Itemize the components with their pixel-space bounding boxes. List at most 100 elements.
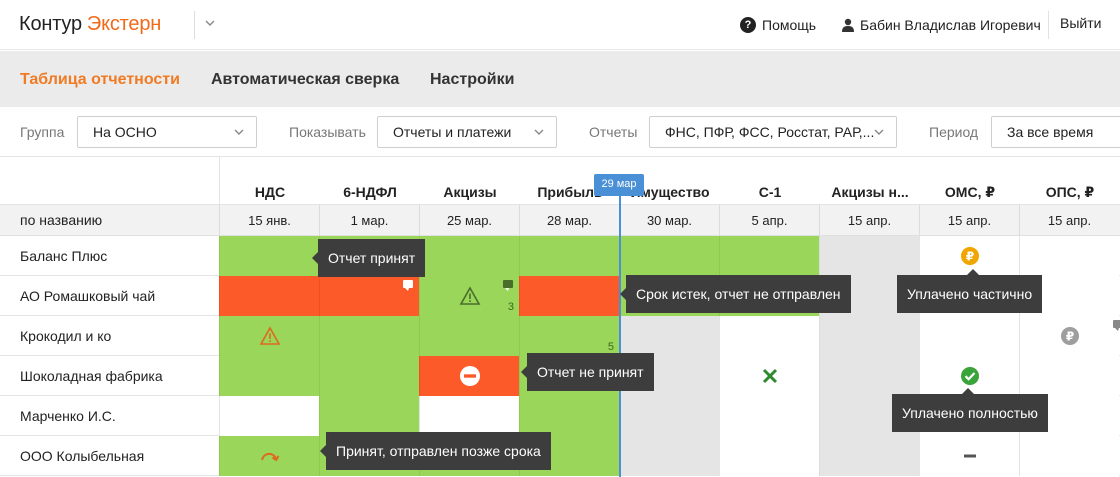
logout-link[interactable]: Выйти [1060,15,1101,31]
org-name[interactable]: Марченко И.С. [20,408,116,424]
deadline-6ndfl: 1 мар. [319,205,419,236]
status-cell[interactable] [719,436,819,476]
status-cell[interactable] [319,316,419,356]
status-cell[interactable] [819,436,919,476]
chevron-down-icon [874,129,884,135]
tab-auto-reconciliation[interactable]: Автоматическая сверка [211,71,399,89]
user-name: Бабин Владислав Игоревич [860,17,1041,33]
status-cell[interactable] [719,396,819,436]
help-label: Помощь [762,17,817,33]
reports-value: ФНС, ПФР, ФСС, Росстат, РАР,... [665,124,875,140]
column-akcizy[interactable]: Акцизы [420,184,520,200]
period-select[interactable]: За все время [991,116,1120,148]
status-cell[interactable] [719,236,819,276]
status-cell[interactable] [219,396,319,436]
status-cell[interactable] [419,316,519,356]
org-name[interactable]: Баланс Плюс [20,248,107,264]
status-cell[interactable] [919,316,1019,356]
check-circle-icon [960,367,979,385]
column-ops[interactable]: ОПС, ₽ [1020,184,1120,201]
status-cell[interactable] [919,436,1019,476]
tooltip-accepted: Отчет принят [311,239,426,277]
status-cell[interactable] [619,316,719,356]
column-akcizy-n[interactable]: Акцизы н... [820,184,920,200]
org-name[interactable]: ООО Колыбельная [20,448,144,464]
org-name[interactable]: АО Ромашковый чай [20,288,155,304]
group-label: Группа [20,124,65,140]
no-entry-icon [459,366,480,386]
status-cell[interactable] [819,236,919,276]
status-cell[interactable] [519,396,619,436]
group-value: На ОСНО [93,124,157,140]
status-cell[interactable] [219,356,319,396]
status-cell[interactable] [319,396,419,436]
header-divider [1048,11,1049,39]
status-cell[interactable] [819,356,919,396]
warning-triangle-icon [459,286,480,305]
status-cell[interactable] [319,356,419,396]
comment-icon [1113,320,1120,331]
status-cell[interactable] [219,236,319,276]
question-icon: ? [740,17,756,33]
tab-reporting-table[interactable]: Таблица отчетности [20,71,180,89]
column-6ndfl[interactable]: 6-НДФЛ [320,184,420,200]
tab-settings[interactable]: Настройки [430,71,514,89]
status-cell[interactable] [619,236,719,276]
period-label: Период [929,124,979,140]
status-cell[interactable] [1019,236,1119,276]
show-select[interactable]: Отчеты и платежи [377,116,557,148]
sort-by-name[interactable]: по названию [20,212,102,228]
deadline-ops: 15 апр. [1019,205,1119,236]
table-row[interactable]: Крокодил и ко 5 ₽ [0,316,1120,356]
status-cell[interactable] [419,236,519,276]
chevron-down-icon [205,20,215,26]
status-cell[interactable] [619,396,719,436]
status-cell[interactable] [219,276,319,316]
status-cell[interactable]: 5 [519,316,619,356]
products-dropdown[interactable] [204,14,218,32]
status-cell[interactable] [419,396,519,436]
status-cell[interactable] [1019,436,1119,476]
status-cell[interactable] [719,356,819,396]
group-select[interactable]: На ОСНО [77,116,257,148]
reporting-grid: НДС 6-НДФЛ Акцизы Прибыль Имущество С-1 … [0,157,1120,477]
status-cell[interactable] [519,236,619,276]
table-row[interactable]: ООО Колыбельная [0,436,1120,476]
status-cell[interactable] [1019,356,1119,396]
user-menu[interactable]: Бабин Владислав Игоревич [842,15,1041,35]
ruble-coin-icon: ₽ [1060,327,1079,345]
help-link[interactable]: ? Помощь [740,15,816,35]
show-value: Отчеты и платежи [393,124,512,140]
status-cell[interactable] [219,316,319,356]
status-cell[interactable] [419,356,519,396]
deadline-akcizy: 25 мар. [419,205,519,236]
status-cell[interactable] [319,276,419,316]
chevron-down-icon [234,129,244,135]
status-cell[interactable] [519,276,619,316]
late-arrow-icon [260,452,279,462]
cross-icon [762,368,777,384]
logo-divider [194,11,195,39]
reports-label: Отчеты [589,124,638,140]
org-name[interactable]: Шоколадная фабрика [20,368,163,384]
column-oms[interactable]: ОМС, ₽ [920,184,1020,201]
comment-count: 3 [507,301,514,313]
logo[interactable]: Контур Экстерн [19,13,161,36]
chevron-down-icon [534,129,544,135]
tooltip-not-accepted: Отчет не принят [521,353,654,391]
top-header: Контур Экстерн ? Помощь Бабин Владислав И… [0,0,1120,50]
status-cell[interactable] [219,436,319,476]
status-cell[interactable]: ₽ [1019,316,1120,356]
status-cell[interactable] [719,316,819,356]
org-name[interactable]: Крокодил и ко [20,328,111,344]
comment-count: 5 [607,341,614,353]
today-line [619,185,621,477]
status-cell[interactable]: 3 [419,276,519,316]
status-cell[interactable] [619,436,719,476]
reports-select[interactable]: ФНС, ПФР, ФСС, Росстат, РАР,... [649,116,897,148]
column-s1[interactable]: С-1 [720,184,820,200]
tooltip-paid-partially: Уплачено частично [897,269,1043,313]
column-nds[interactable]: НДС [220,184,320,200]
table-row[interactable]: Баланс Плюс ₽ [0,236,1120,276]
status-cell[interactable] [819,316,919,356]
